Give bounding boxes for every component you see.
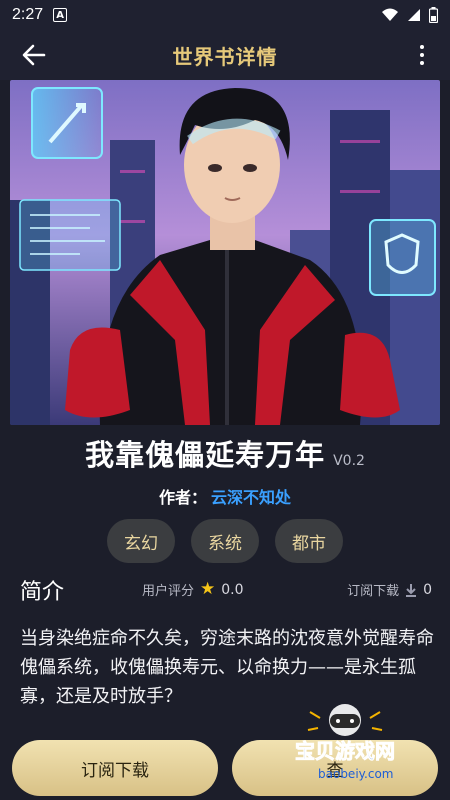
tag-chip[interactable]: 玄幻: [107, 519, 175, 563]
battery-icon: [429, 7, 438, 23]
status-time: 2:27: [12, 6, 44, 23]
downloads-value: 0: [423, 581, 432, 598]
tag-chip[interactable]: 系统: [191, 519, 259, 563]
book-title-row: 我靠傀儡延寿万年 V0.2: [0, 432, 450, 476]
status-bar: 2:27 A: [0, 0, 450, 30]
download-icon: [406, 583, 417, 597]
intro-header: 简介 用户评分 ★ 0.0 订阅下载 0: [0, 574, 450, 606]
rating-value: 0.0: [221, 581, 244, 598]
book-version: V0.2: [333, 453, 365, 469]
cellular-icon: [408, 9, 420, 21]
download-count: 订阅下载 0: [347, 580, 432, 600]
notification-icon: A: [53, 8, 68, 22]
author-link[interactable]: 云深不知处: [211, 484, 291, 508]
author-label: 作者：: [158, 488, 207, 507]
user-rating: 用户评分 ★ 0.0: [142, 579, 244, 600]
arrow-left-icon: [22, 44, 46, 66]
tag-list: 玄幻 系统 都市: [0, 519, 450, 563]
tag-chip[interactable]: 都市: [275, 519, 343, 563]
back-button[interactable]: [20, 42, 48, 68]
page-title: 世界书详情: [172, 44, 278, 69]
author-row: 作者： 云深不知处: [0, 484, 450, 508]
wifi-icon: [382, 8, 398, 21]
book-summary: 当身染绝症命不久矣，穷途末路的沈夜意外觉醒寿命傀儡系统，收傀儡换寿元、以命换力—…: [20, 628, 434, 707]
downloads-label: 订阅下载: [347, 584, 400, 599]
more-vert-icon[interactable]: [412, 42, 432, 68]
book-cover-image: [10, 80, 440, 425]
subscribe-download-button[interactable]: 订阅下载: [12, 740, 218, 796]
action-bar: 订阅下载 查: [0, 740, 450, 800]
secondary-action-button[interactable]: 查: [232, 740, 438, 796]
app-bar: 世界书详情: [0, 30, 450, 80]
status-icons: [381, 7, 438, 23]
book-title: 我靠傀儡延寿万年: [85, 438, 326, 472]
rating-label: 用户评分: [142, 584, 195, 599]
intro-heading: 简介: [20, 580, 65, 605]
star-icon: ★: [200, 579, 216, 599]
